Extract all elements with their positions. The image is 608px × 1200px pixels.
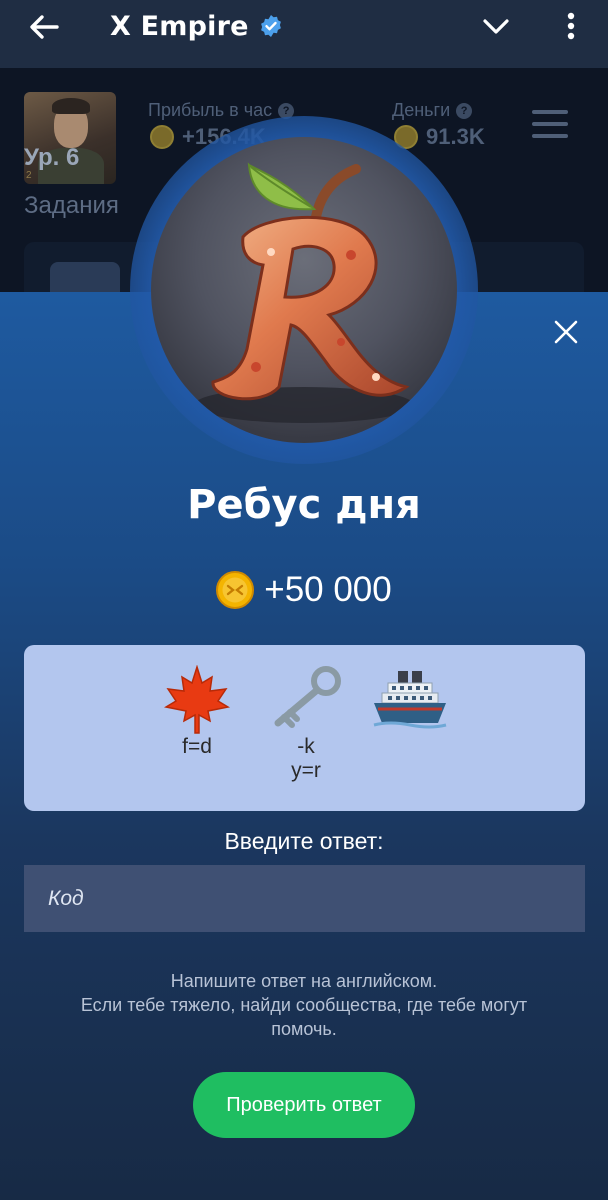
rebus-emblem [151, 137, 457, 443]
level-progress-number: 2 [26, 170, 32, 181]
bot-title[interactable]: X Empire [110, 6, 283, 46]
answer-label: Введите ответ: [224, 828, 384, 854]
check-answer-button[interactable]: Проверить ответ [193, 1072, 415, 1138]
help-icon[interactable]: ? [456, 102, 473, 119]
chevron-down-icon[interactable] [478, 12, 514, 42]
hint-text: Напишите ответ на английском. Если тебе … [40, 969, 568, 1041]
answer-input[interactable] [24, 865, 585, 932]
profit-label-text: Прибыль в час [148, 100, 273, 120]
reward-amount: +50 000 [264, 570, 392, 609]
telegram-header: X Empire [0, 0, 608, 68]
cruise-ship-icon [373, 671, 447, 729]
level-label: Ур. 6 [24, 144, 80, 171]
tasks-heading: Задания [24, 192, 119, 219]
puzzle-caption: -k [297, 735, 315, 758]
puzzle-item-ship [370, 665, 450, 735]
back-arrow-icon[interactable] [22, 10, 66, 44]
menu-icon[interactable] [532, 110, 568, 138]
more-vertical-icon[interactable] [556, 8, 586, 44]
rebus-puzzle-card: f=d -k y=r [24, 645, 585, 811]
apple-letter-r-icon [194, 162, 414, 423]
hint-line: помочь. [271, 1019, 337, 1039]
money-value: 91.3K [394, 124, 485, 150]
puzzle-caption: f=d [182, 735, 212, 758]
modal-title: Ребус дня [187, 482, 421, 528]
old-key-icon [274, 666, 341, 728]
puzzle-caption: y=r [291, 759, 321, 782]
bot-title-text: X Empire [110, 10, 249, 42]
maple-leaf-icon [164, 665, 230, 734]
verified-badge-icon [260, 15, 281, 37]
coin-icon [216, 571, 255, 609]
coin-icon [150, 125, 174, 149]
money-label: Деньги ? [392, 100, 473, 121]
puzzle-item-maple: f=d [164, 665, 230, 759]
money-label-text: Деньги [392, 100, 451, 120]
close-icon[interactable] [548, 314, 584, 350]
avatar-hair-shape [52, 98, 90, 114]
hint-line: Напишите ответ на английском. [170, 971, 438, 991]
money-value-text: 91.3K [426, 124, 485, 149]
hint-line: Если тебе тяжело, найди сообщества, где … [80, 995, 528, 1015]
reward-row: +50 000 [0, 570, 608, 610]
puzzle-item-key: -k y=r [268, 665, 344, 783]
